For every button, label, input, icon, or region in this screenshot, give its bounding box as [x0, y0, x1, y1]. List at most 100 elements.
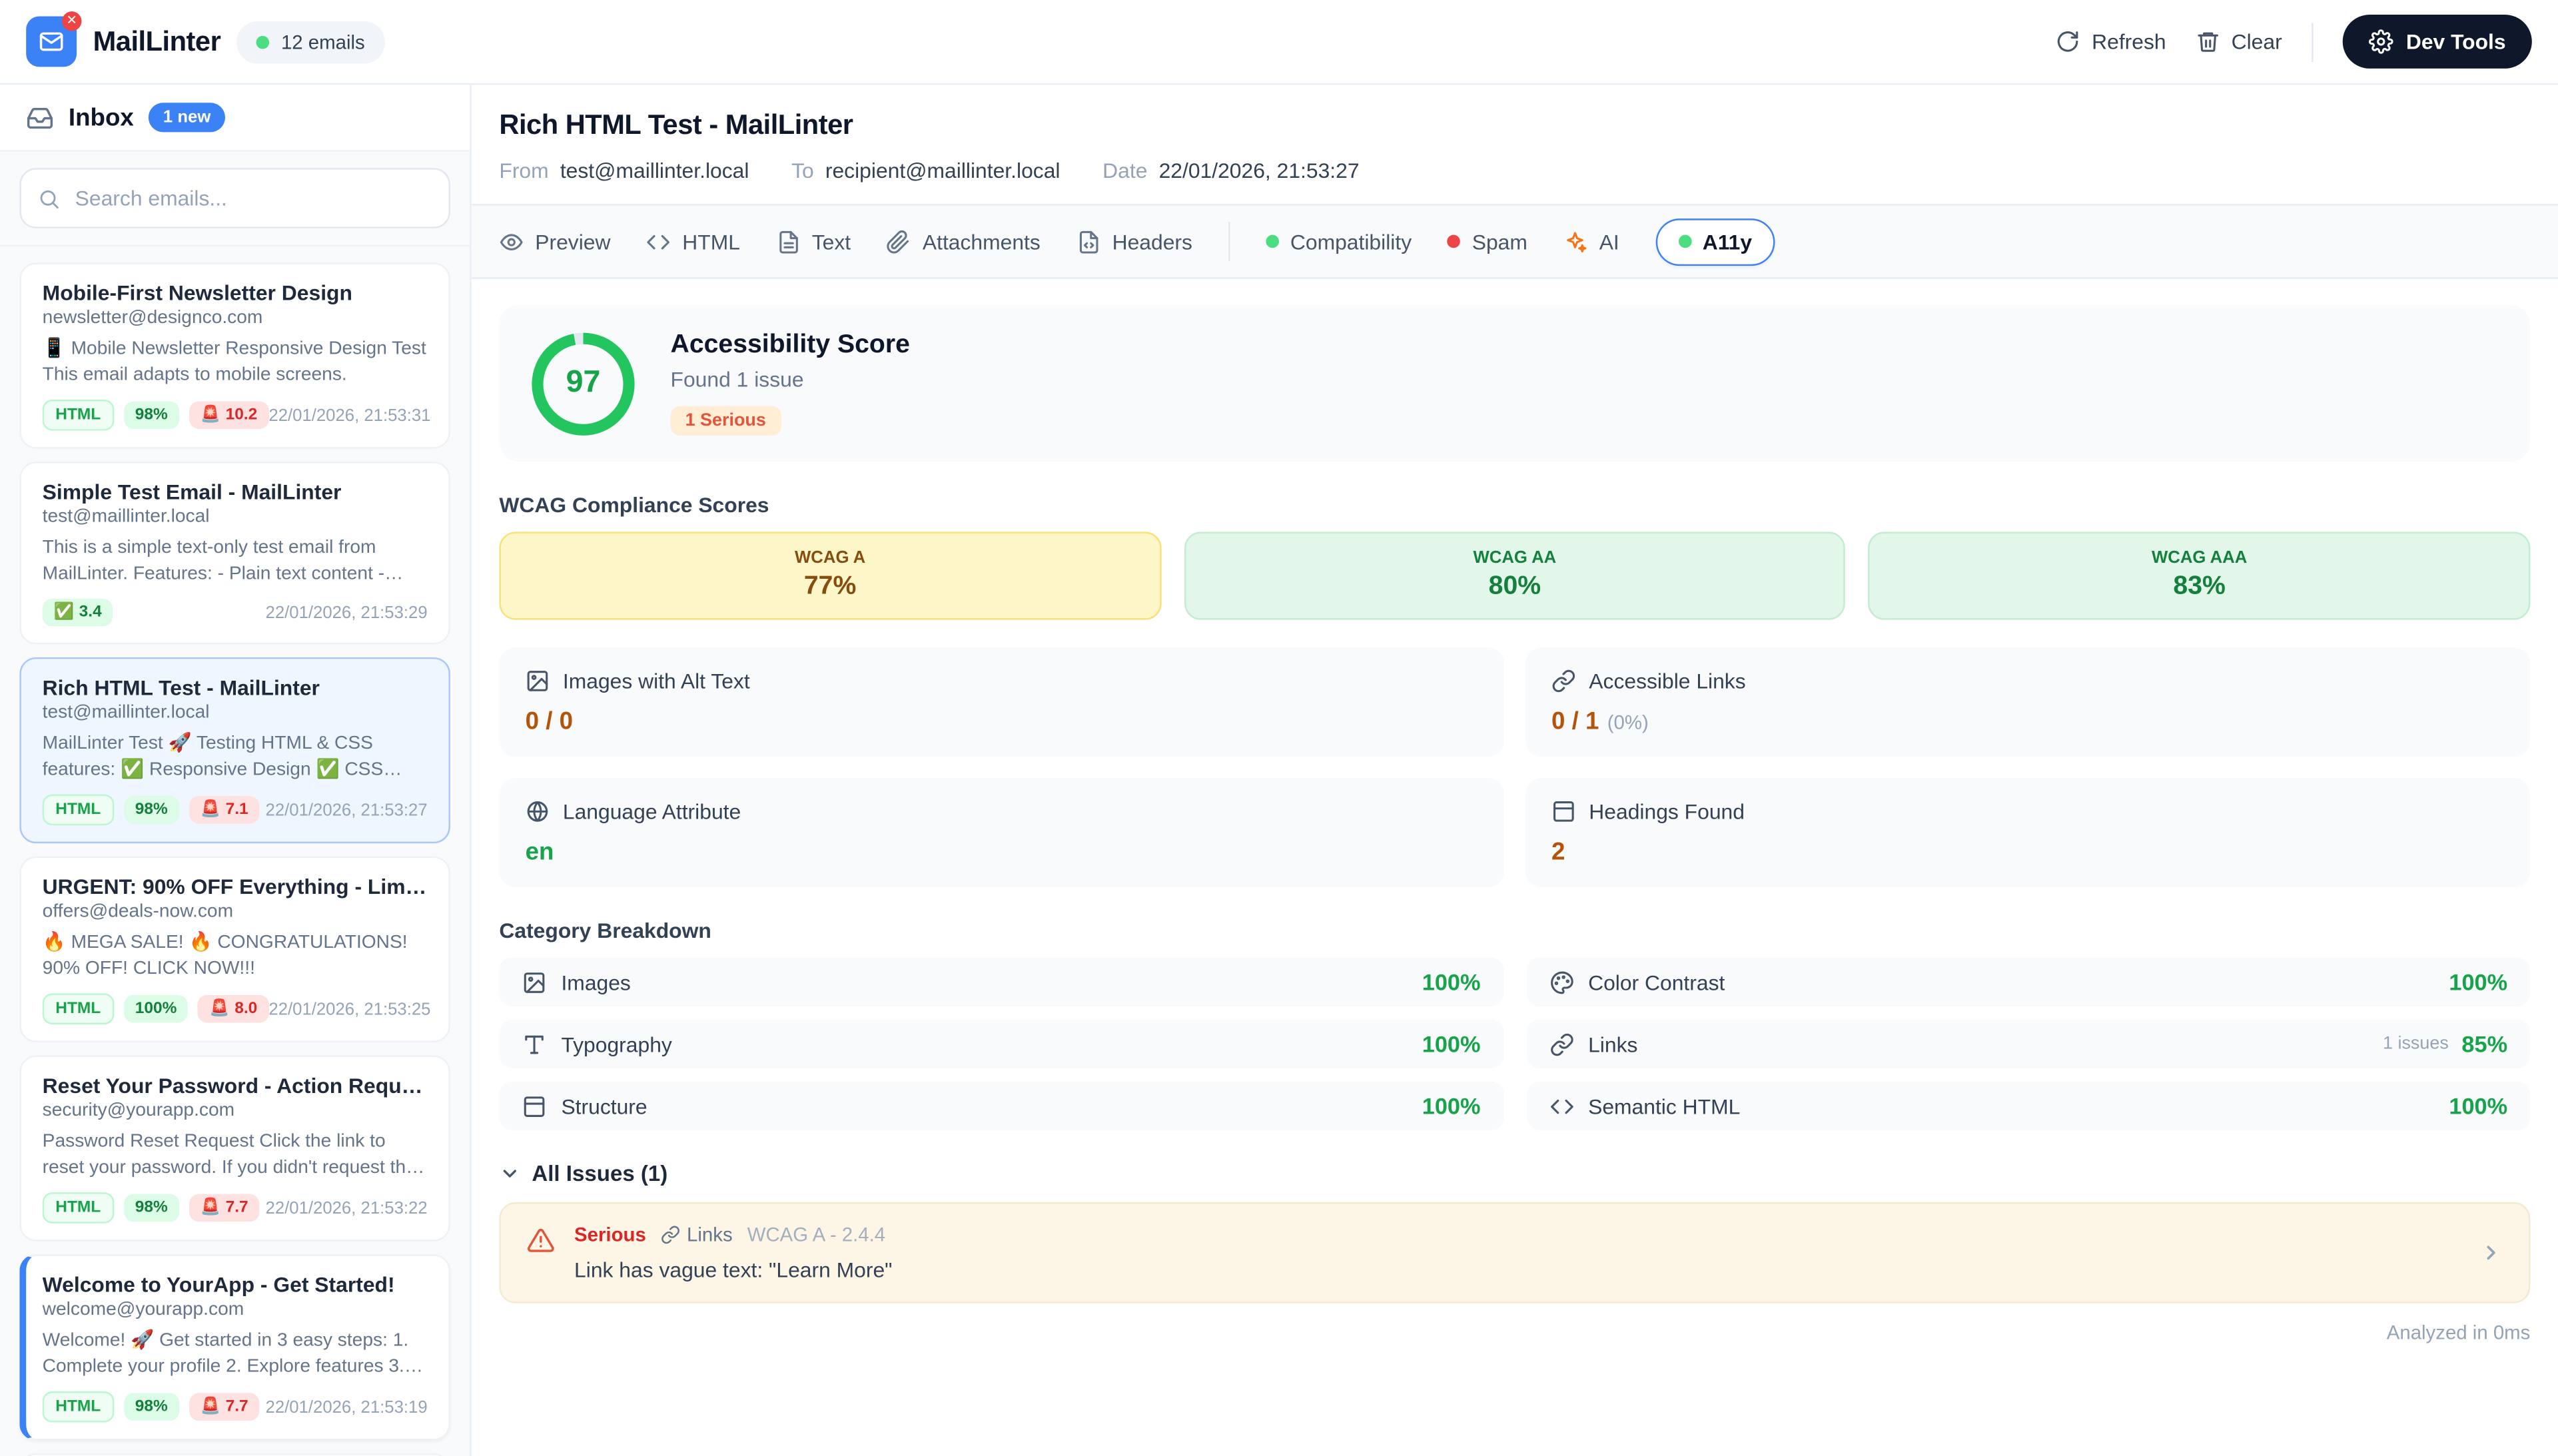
email-list-item[interactable]: Mobile-First Newsletter Design newslette…: [19, 262, 450, 449]
tab-headers[interactable]: Headers: [1076, 229, 1192, 254]
search-input[interactable]: [19, 168, 450, 228]
score-ring: 97: [532, 332, 635, 435]
code-icon: [646, 229, 671, 254]
inbox-icon: [26, 104, 54, 132]
app-logo-icon: ✕: [26, 11, 82, 67]
clear-button[interactable]: Clear: [2196, 29, 2282, 54]
score-badge: 100%: [123, 994, 189, 1023]
email-subject: Reset Your Password - Action Required: [42, 1073, 428, 1098]
wcag-a-value: 77%: [803, 572, 857, 601]
tab-html[interactable]: HTML: [646, 229, 740, 254]
topbar-actions: Refresh Clear Dev Tools: [2056, 15, 2532, 69]
email-list-item[interactable]: Simple Test Email - MailLinter test@mail…: [19, 462, 450, 645]
spam-score-badge: 🚨 7.1: [189, 796, 260, 824]
score-badge: 98%: [123, 796, 179, 824]
format-badge: HTML: [42, 993, 114, 1024]
file-code-icon: [1076, 229, 1101, 254]
issue-wcag-reference: WCAG A - 2.4.4: [747, 1223, 886, 1247]
chevron-down-icon: [499, 1163, 520, 1184]
tab-text[interactable]: Text: [776, 229, 851, 254]
type-icon: [522, 1032, 547, 1056]
tab-compatibility[interactable]: Compatibility: [1266, 229, 1412, 254]
email-date: 22/01/2026, 21:53:27: [265, 800, 428, 820]
email-sender: welcome@yourapp.com: [42, 1299, 244, 1320]
score-title: Accessibility Score: [670, 331, 910, 359]
format-badge: HTML: [42, 400, 114, 431]
metric-value: 0 / 0: [525, 707, 574, 736]
email-list-item[interactable]: "Add dark mode toggle" shipped! loops@tr…: [19, 1453, 450, 1456]
issue-category: Links: [661, 1224, 733, 1246]
category-structure: Structure 100%: [499, 1081, 1503, 1131]
refresh-icon: [2056, 29, 2080, 54]
dev-tools-button[interactable]: Dev Tools: [2342, 15, 2532, 69]
link-icon: [661, 1225, 680, 1244]
green-dot-icon: [1266, 234, 1279, 248]
palette-icon: [1549, 970, 1573, 994]
red-dot-icon: [1448, 234, 1461, 248]
metric-value: en: [525, 838, 554, 867]
wcag-aaa-value: 83%: [2173, 572, 2226, 601]
email-date: 22/01/2026, 21:53:25: [268, 999, 431, 1019]
email-list-item[interactable]: Reset Your Password - Action Required se…: [19, 1055, 450, 1242]
refresh-button[interactable]: Refresh: [2056, 29, 2166, 54]
paperclip-icon: [887, 229, 911, 254]
metric-accessible-links: Accessible Links 0 / 1 (0%): [1525, 647, 2531, 757]
layout-icon: [522, 1094, 547, 1118]
metric-value: 2: [1551, 838, 1565, 867]
email-list[interactable]: Mobile-First Newsletter Design newslette…: [0, 246, 470, 1456]
category-images: Images 100%: [499, 957, 1503, 1007]
wcag-section-title: WCAG Compliance Scores: [499, 492, 769, 518]
email-preview: Welcome! 🚀 Get started in 3 easy steps: …: [42, 1331, 409, 1377]
tab-attachments[interactable]: Attachments: [887, 229, 1041, 254]
email-list-item[interactable]: URGENT: 90% OFF Everything - Limited Ti.…: [19, 856, 450, 1042]
email-sender: test@maillinter.local: [42, 507, 210, 528]
score-badge: 98%: [123, 1194, 179, 1222]
wcag-cards: WCAG A 77% WCAG AA 80% WCAG AAA 83%: [499, 532, 2531, 620]
category-section-title: Category Breakdown: [499, 918, 711, 943]
wcag-aaa-card: WCAG AAA 83%: [1868, 532, 2531, 620]
notification-badge: ✕: [62, 11, 82, 31]
email-sender: security@yourapp.com: [42, 1101, 235, 1121]
format-badge: HTML: [42, 1391, 114, 1423]
search-section: [0, 152, 470, 246]
spam-score-badge: ✅ 3.4: [42, 598, 113, 627]
email-count-badge: 12 emails: [236, 20, 385, 63]
category-score: 100%: [2449, 1092, 2508, 1120]
all-issues-toggle[interactable]: All Issues (1): [499, 1162, 2530, 1186]
spam-score-badge: 🚨 7.7: [189, 1393, 260, 1421]
app-title: MailLinter: [93, 25, 221, 57]
score-badge: 98%: [123, 401, 179, 430]
detail-meta: From test@maillinter.local To recipient@ma…: [499, 159, 2530, 183]
issue-message: Link has vague text: "Learn More": [574, 1258, 893, 1282]
all-issues-title: All Issues (1): [532, 1161, 668, 1186]
search-icon: [37, 186, 60, 209]
format-badge: HTML: [42, 1192, 114, 1224]
tab-bar: Preview HTML Text Attachments Headers Co…: [471, 204, 2558, 279]
metric-value: 0 / 1 (0%): [1551, 707, 1649, 736]
inbox-header: Inbox 1 new: [0, 85, 470, 152]
wcag-a-card: WCAG A 77%: [499, 532, 1161, 620]
tab-a11y-active[interactable]: A11y: [1655, 217, 1775, 265]
spam-score-badge: 🚨 10.2: [189, 401, 269, 430]
category-score: 100%: [1422, 1092, 1481, 1120]
tab-preview[interactable]: Preview: [499, 229, 611, 254]
email-date: 22/01/2026, 21:53:31: [268, 405, 431, 425]
email-list-item-selected[interactable]: Rich HTML Test - MailLinter test@maillin…: [19, 657, 450, 844]
email-detail-pane: Rich HTML Test - MailLinter From test@mai…: [471, 85, 2558, 1456]
email-subject: Simple Test Email - MailLinter: [42, 480, 342, 504]
detail-header: Rich HTML Test - MailLinter From test@mai…: [472, 85, 2558, 204]
tab-ai[interactable]: AI: [1563, 229, 1619, 254]
score-value: 97: [566, 365, 601, 400]
issue-card[interactable]: Serious Links WCAG A - 2.4.4 Link has va…: [499, 1202, 2531, 1303]
metric-cards: Images with Alt Text 0 / 0 Accessible Li…: [499, 647, 2531, 888]
spam-score-badge: 🚨 8.0: [198, 994, 269, 1023]
email-list-item-unread[interactable]: Welcome to YourApp - Get Started! welcom…: [19, 1254, 450, 1441]
tab-spam[interactable]: Spam: [1448, 229, 1527, 254]
email-preview: 📱 Mobile Newsletter Responsive Design Te…: [42, 339, 426, 385]
siren-icon: 🚨: [200, 406, 221, 424]
email-sender: offers@deals-now.com: [42, 902, 234, 922]
wcag-a-label: WCAG A: [795, 547, 866, 568]
siren-icon: 🚨: [200, 1397, 221, 1416]
email-subject: URGENT: 90% OFF Everything - Limited Ti.…: [42, 874, 428, 899]
detail-subject: Rich HTML Test - MailLinter: [499, 109, 853, 141]
